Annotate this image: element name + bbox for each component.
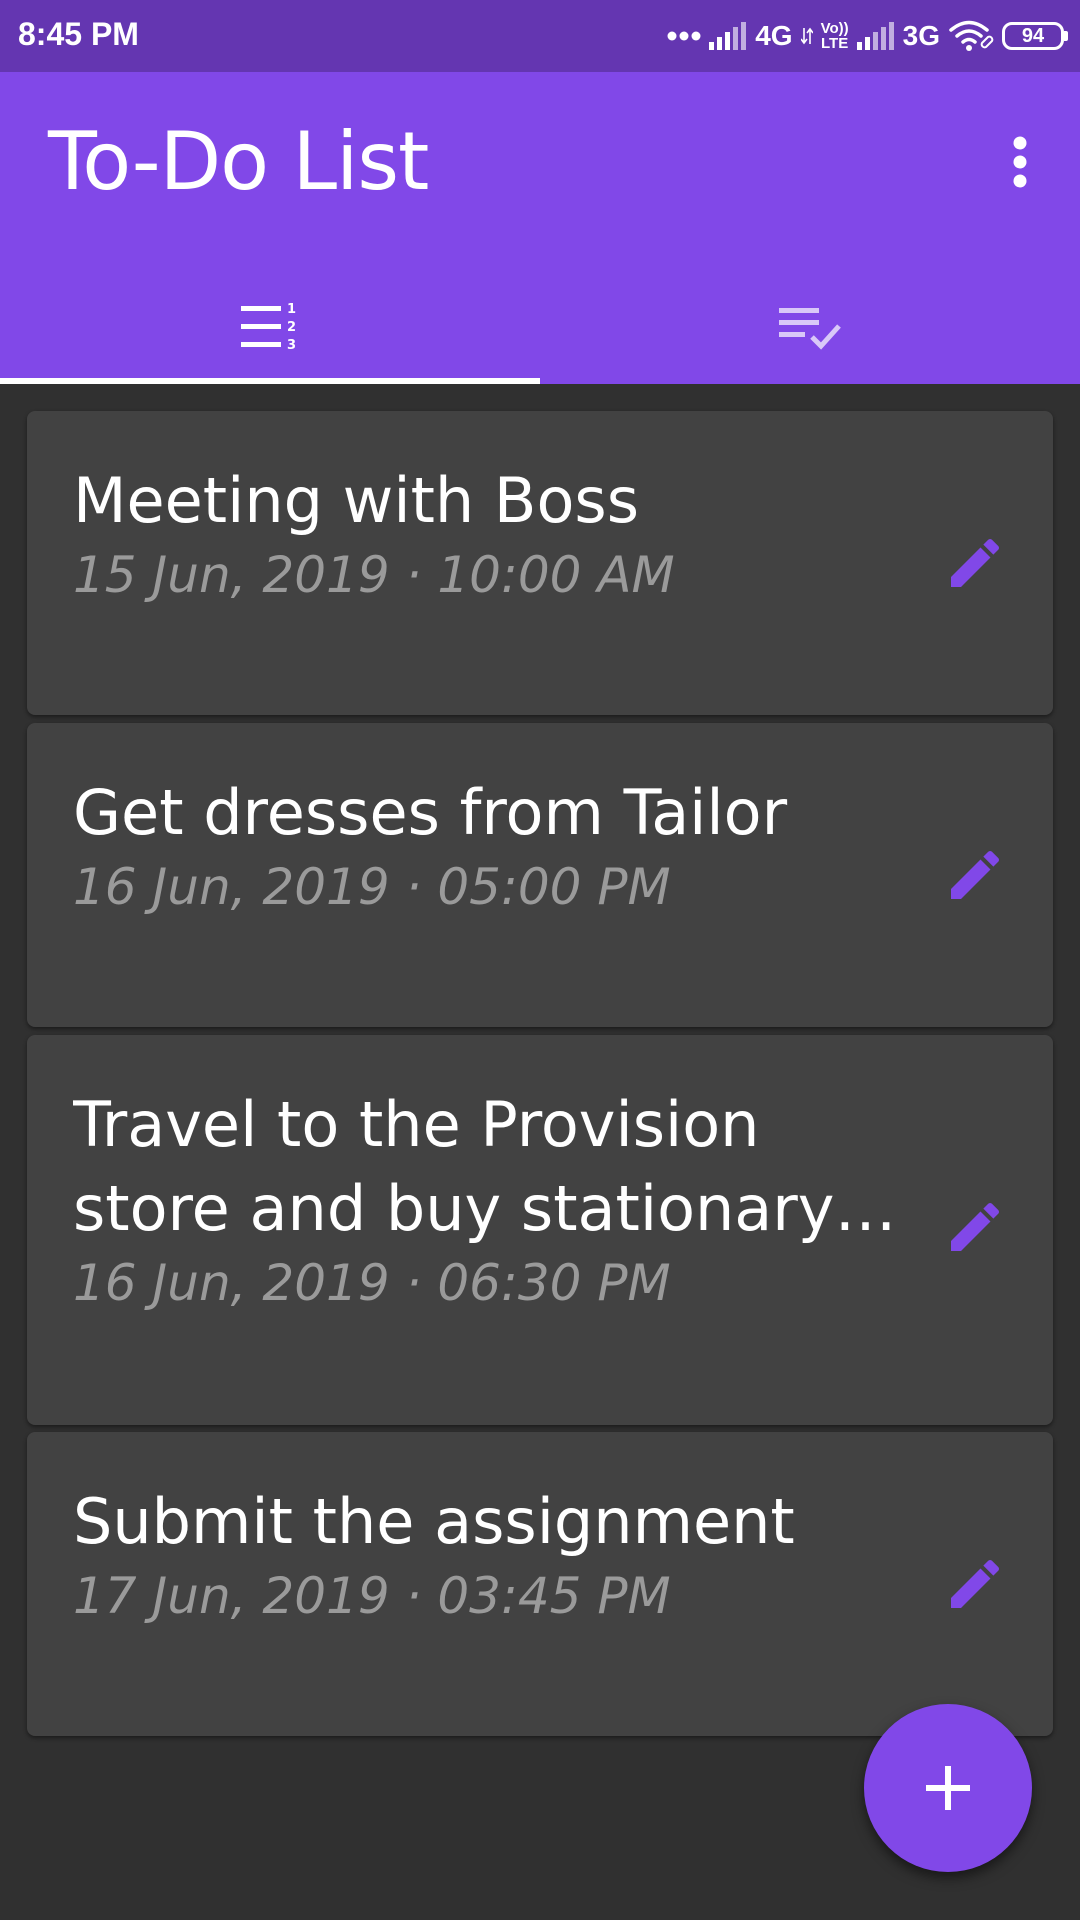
more-vert-icon[interactable] xyxy=(990,122,1050,202)
task-title: Travel to the Provision store and buy st… xyxy=(73,1088,835,1245)
add-task-button[interactable] xyxy=(864,1704,1032,1872)
numbered-list-icon: 1 2 3 xyxy=(241,302,296,353)
task-date: 16 Jun, 2019 · 06:30 PM xyxy=(73,1254,671,1312)
app-title: To-Do List xyxy=(48,115,429,208)
more-dots-icon xyxy=(667,31,701,41)
task-date: 15 Jun, 2019 · 10:00 AM xyxy=(73,546,675,604)
signal-icon xyxy=(709,22,747,50)
edit-icon[interactable] xyxy=(943,1195,1007,1259)
signal-icon-2 xyxy=(856,22,894,50)
screen: 8:45 PM 4G Vo)) LTE 3G 94 To-Do List 1 2… xyxy=(0,0,1080,1920)
status-icons: 4G Vo)) LTE 3G 94 xyxy=(667,14,1068,58)
task-card[interactable]: Travel to the Provision store and buy st… xyxy=(27,1035,1053,1425)
task-title: Submit the assignment xyxy=(73,1485,795,1558)
data-arrows-icon xyxy=(800,27,813,45)
svg-text:2: 2 xyxy=(287,320,296,335)
network-type-2: 3G xyxy=(902,20,940,51)
edit-icon[interactable] xyxy=(943,1552,1007,1616)
svg-text:3: 3 xyxy=(287,338,296,353)
battery-indicator: 94 xyxy=(1002,22,1068,50)
tab-pending-tasks[interactable]: 1 2 3 xyxy=(0,272,540,384)
app-bar: To-Do List 1 2 3 xyxy=(0,72,1080,384)
task-card[interactable]: Get dresses from Tailor 16 Jun, 2019 · 0… xyxy=(27,723,1053,1027)
svg-text:1: 1 xyxy=(287,302,296,317)
task-card[interactable]: Meeting with Boss 15 Jun, 2019 · 10:00 A… xyxy=(27,411,1053,715)
edit-icon[interactable] xyxy=(943,531,1007,595)
add-icon xyxy=(926,1766,970,1810)
task-date: 17 Jun, 2019 · 03:45 PM xyxy=(73,1567,671,1625)
wifi-icon xyxy=(949,20,994,51)
volte-bottom: LTE xyxy=(821,35,849,52)
task-card[interactable]: Submit the assignment 17 Jun, 2019 · 03:… xyxy=(27,1432,1053,1736)
tab-bar: 1 2 3 xyxy=(0,272,1080,384)
network-type-1: 4G xyxy=(755,20,793,51)
task-title: Meeting with Boss xyxy=(73,464,639,537)
tab-completed-tasks[interactable] xyxy=(540,272,1080,384)
volte-indicator: Vo)) LTE xyxy=(821,21,849,51)
status-bar: 8:45 PM 4G Vo)) LTE 3G 94 xyxy=(0,0,1080,72)
playlist-check-icon xyxy=(779,308,841,350)
tab-indicator xyxy=(0,378,540,384)
battery-level: 94 xyxy=(1021,24,1045,47)
task-title: Get dresses from Tailor xyxy=(73,776,788,849)
status-time: 8:45 PM xyxy=(18,16,139,52)
volte-top: Vo)) xyxy=(820,20,849,37)
task-date: 16 Jun, 2019 · 05:00 PM xyxy=(73,858,671,916)
edit-icon[interactable] xyxy=(943,843,1007,907)
